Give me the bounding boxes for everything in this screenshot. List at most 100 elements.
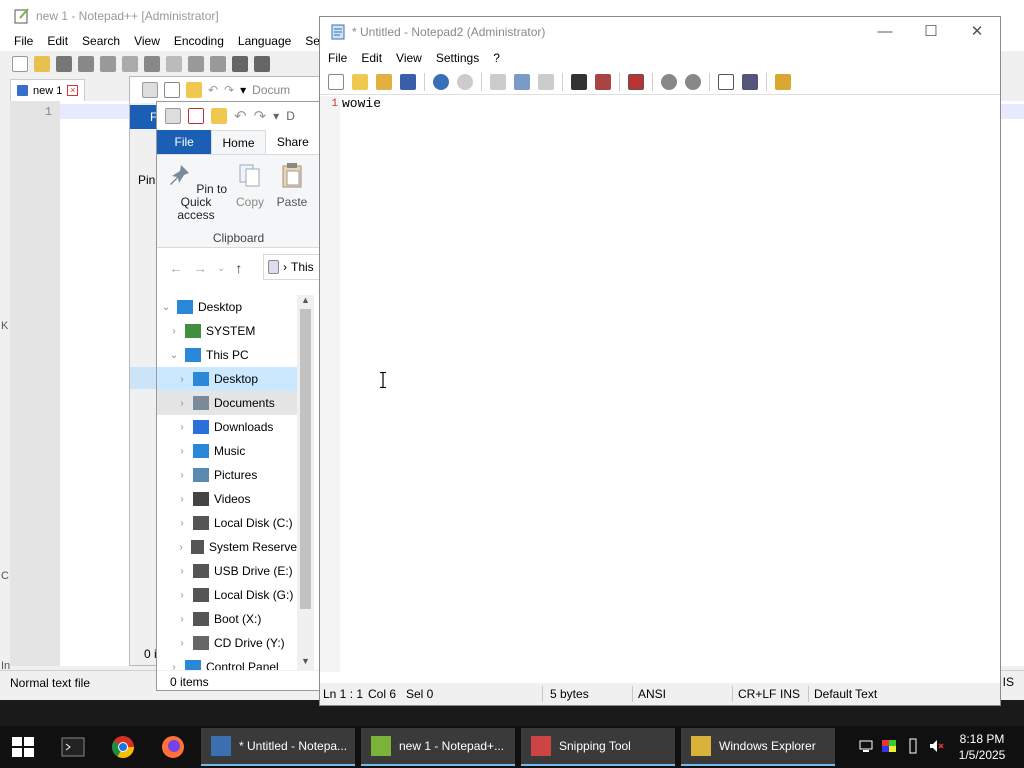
tree-item[interactable]: › Videos <box>157 487 297 511</box>
undo-icon[interactable]: ↶ <box>234 107 247 125</box>
copy-icon[interactable] <box>188 56 204 72</box>
tab-new-1[interactable]: new 1 × <box>10 79 86 101</box>
tab-home[interactable]: Home <box>211 130 266 154</box>
tree-item[interactable]: ⌄ This PC <box>157 343 297 367</box>
close-file-icon[interactable] <box>100 56 116 72</box>
open-folder-icon[interactable] <box>34 56 50 72</box>
up-arrow-icon[interactable]: ↑ <box>235 260 242 276</box>
firefox-icon[interactable] <box>160 734 186 760</box>
open-folder-icon[interactable] <box>352 73 368 90</box>
paste-icon[interactable] <box>538 73 554 90</box>
dropdown-icon[interactable]: ▾ <box>273 109 279 123</box>
pin-to-quick-access-button[interactable]: Pin to Quick access <box>163 161 229 222</box>
tree-item[interactable]: › Music <box>157 439 297 463</box>
menu-item[interactable]: View <box>134 34 160 48</box>
tab-close-icon[interactable]: × <box>67 85 79 96</box>
properties-icon[interactable] <box>142 82 158 98</box>
color-app-icon[interactable] <box>881 738 897 754</box>
tree-item[interactable]: › Local Disk (G:) <box>157 583 297 607</box>
redo-icon[interactable] <box>457 73 473 90</box>
replace-icon[interactable] <box>595 73 611 90</box>
chevron-right-icon[interactable]: › <box>177 494 187 505</box>
tab-file[interactable]: File <box>157 130 212 154</box>
copy-icon[interactable] <box>514 73 530 90</box>
chevron-right-icon[interactable]: › <box>177 518 187 529</box>
system-clock[interactable]: 8:18 PM 1/5/2025 <box>952 731 1012 763</box>
insert-mode-status[interactable]: INS <box>780 687 800 701</box>
chevron-down-icon[interactable]: ⌄ <box>169 350 179 361</box>
zoom-in-icon[interactable] <box>661 73 677 90</box>
menu-item[interactable]: View <box>396 51 422 65</box>
redo-icon[interactable]: ↷ <box>254 107 267 125</box>
chevron-right-icon[interactable]: › <box>169 326 179 337</box>
tree-item[interactable]: › USB Drive (E:) <box>157 559 297 583</box>
navigation-tree[interactable]: ⌄ Desktop › SYSTEM ⌄ This PC › Desktop › Document… <box>157 295 297 674</box>
new-file-icon[interactable] <box>12 56 28 72</box>
chevron-right-icon[interactable]: › <box>177 542 185 553</box>
chevron-right-icon[interactable]: › <box>177 398 187 409</box>
tree-item[interactable]: › Boot (X:) <box>157 607 297 631</box>
minimize-button[interactable]: — <box>865 21 905 43</box>
tree-item[interactable]: ⌄ Desktop <box>157 295 297 319</box>
address-bar[interactable]: › This <box>263 254 320 280</box>
checkmark-icon[interactable] <box>188 108 204 124</box>
print-icon[interactable] <box>144 56 160 72</box>
tree-item[interactable]: › Local Disk (C:) <box>157 511 297 535</box>
undo-icon[interactable]: ↶ <box>208 83 218 97</box>
properties-icon[interactable] <box>165 108 181 124</box>
close-button[interactable]: ✕ <box>957 21 997 43</box>
tree-item[interactable]: › SYSTEM <box>157 319 297 343</box>
chevron-right-icon[interactable]: › <box>177 590 187 601</box>
notepad2-window[interactable]: * Untitled - Notepad2 (Administrator) — … <box>319 16 1001 761</box>
windows-start-icon[interactable] <box>12 737 34 757</box>
explorer-window[interactable]: ↶ ↷ ▾ D File Home Share Pin to Quick acc… <box>156 101 321 691</box>
exit-icon[interactable] <box>775 73 791 90</box>
redo-icon[interactable] <box>254 56 270 72</box>
chevron-right-icon[interactable]: › <box>177 374 187 385</box>
menu-item[interactable]: Encoding <box>174 34 224 48</box>
save-icon[interactable] <box>400 73 416 90</box>
chevron-right-icon[interactable]: › <box>177 422 187 433</box>
notepad2-editor[interactable]: 1 wowie ◀ ▶ <box>320 96 1000 761</box>
menu-item[interactable]: Search <box>82 34 120 48</box>
zoom-out-icon[interactable] <box>685 73 701 90</box>
browse-icon[interactable] <box>376 73 392 90</box>
menu-item[interactable]: Edit <box>47 34 68 48</box>
taskbar-button[interactable]: Windows Explorer <box>681 728 835 766</box>
tree-item[interactable]: › Desktop <box>157 367 297 391</box>
new-file-icon[interactable] <box>328 73 344 90</box>
chevron-down-icon[interactable]: ⌄ <box>161 302 171 313</box>
tree-item[interactable]: › Pictures <box>157 463 297 487</box>
tree-scrollbar[interactable]: ▲ ▼ <box>297 295 314 670</box>
tree-item[interactable]: › Documents <box>157 391 297 415</box>
network-icon[interactable] <box>858 738 874 754</box>
menu-item[interactable]: File <box>14 34 33 48</box>
save-icon[interactable] <box>56 56 72 72</box>
find-icon[interactable] <box>571 73 587 90</box>
cut-icon[interactable] <box>166 56 182 72</box>
tab-share[interactable]: Share <box>266 130 320 154</box>
undo-icon[interactable] <box>232 56 248 72</box>
editor-text-line[interactable]: wowie <box>342 96 381 111</box>
menu-item[interactable]: Edit <box>361 51 382 65</box>
taskbar-button[interactable]: Snipping Tool <box>521 728 675 766</box>
chevron-right-icon[interactable]: › <box>177 614 187 625</box>
volume-muted-icon[interactable] <box>928 738 944 754</box>
chevron-right-icon[interactable]: › <box>177 638 187 649</box>
taskbar-button[interactable]: * Untitled - Notepa... <box>201 728 355 766</box>
encoding-status[interactable]: ANSI <box>638 687 666 701</box>
word-wrap-icon[interactable] <box>628 73 644 90</box>
scroll-down-icon[interactable]: ▼ <box>297 656 314 670</box>
terminal-icon[interactable] <box>60 734 86 760</box>
menu-item[interactable]: ? <box>493 51 500 65</box>
scheme-status[interactable]: Default Text <box>814 687 877 701</box>
undo-icon[interactable] <box>433 73 449 90</box>
redo-icon[interactable]: ↷ <box>224 83 234 97</box>
line-ending-status[interactable]: CR+LF <box>738 687 776 701</box>
close-all-icon[interactable] <box>122 56 138 72</box>
taskbar-button[interactable]: new 1 - Notepad+... <box>361 728 515 766</box>
scheme-icon[interactable] <box>718 73 734 90</box>
cut-icon[interactable] <box>490 73 506 90</box>
menu-item[interactable]: Settings <box>436 51 479 65</box>
folder-icon[interactable] <box>211 108 227 124</box>
